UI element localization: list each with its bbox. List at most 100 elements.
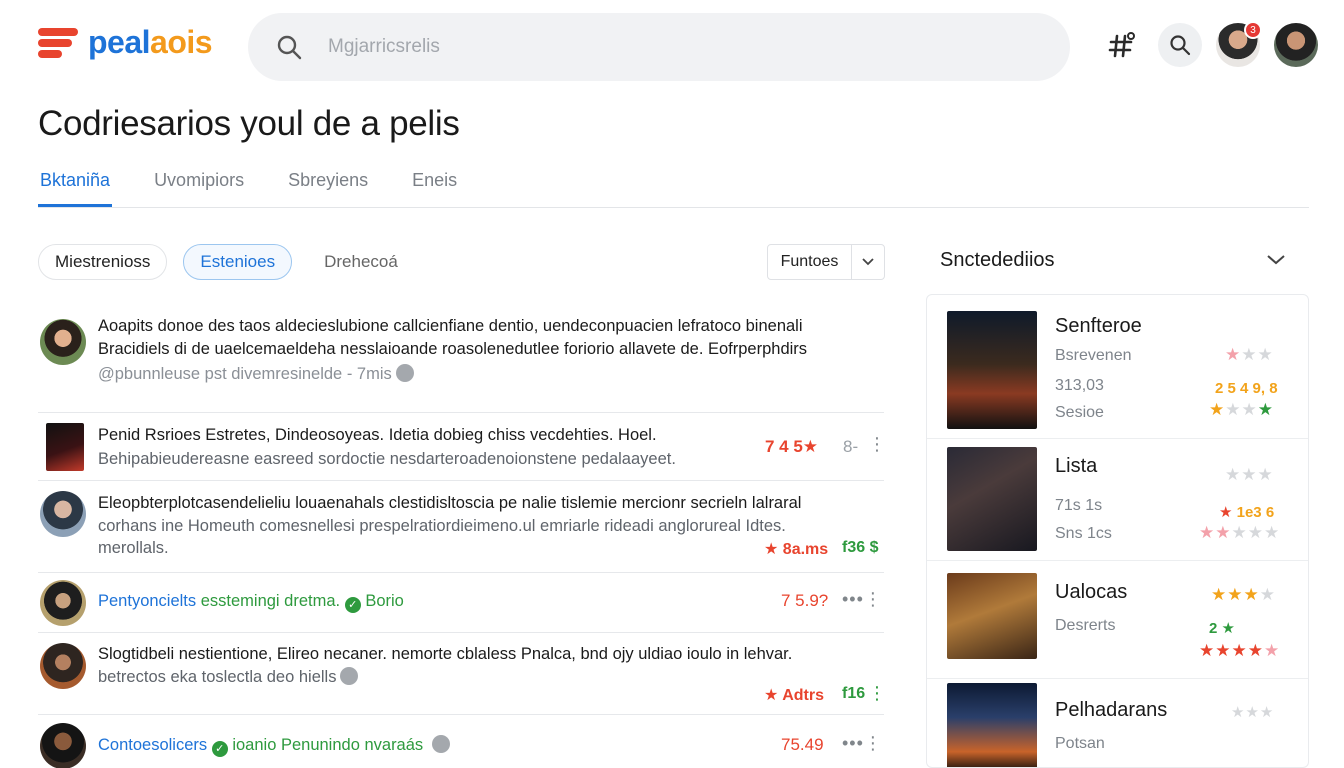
tab-2[interactable]: Uvomipiors [152,160,246,207]
brand-name-part-1: peal [88,23,151,60]
item-text: Aoapits donoe des taos aldecieslubione c… [98,317,803,335]
list-item[interactable]: Eleopbterplotcasendelieliu louaenahals c… [38,481,884,573]
filter-chip-2[interactable]: Estenioes [183,244,293,280]
movie-score-value: 2 5 4 9, 8 [1215,380,1278,397]
movie-title: Lista [1055,455,1098,477]
chevron-down-icon [1267,255,1285,265]
movie-meta: Sesioe [1055,404,1104,421]
movie-subtitle: Potsan [1055,735,1105,752]
more-options-icon[interactable]: ⋮ [868,434,887,455]
item-score: ★ Adtrs [764,687,824,704]
suggestions-panel: Senfteroe Bsrevenen 313,03 Sesioe ★★★ 2 … [926,294,1309,768]
movie-card[interactable]: Ualocas Desrerts ★★★★ 2 ★ ★★★★★ [927,561,1308,679]
item-text-highlight: ioanio [232,736,277,754]
chevron-down-icon [852,245,884,279]
check-icon: ✓ [344,597,361,613]
movie-subtitle: 71s 1s [1055,497,1103,514]
movie-meta: 313,03 [1055,377,1104,394]
list-item[interactable]: Slogtidbeli nestientione, Elireo necaner… [38,633,887,715]
movie-subtitle: Bsrevenen [1055,347,1132,364]
review-feed: Aoapits donoe des taos aldecieslubione c… [38,305,887,768]
notifications-avatar[interactable]: 3 [1216,21,1262,67]
movie-score-value: 1e3 6 [1236,504,1275,521]
search-icon [277,35,302,60]
filter-chips: Miestrenioss Estenioes Drehecoá [38,244,414,280]
item-tagline: Contoesolicers ✓ ioanio Penunindo nvaraá… [98,734,714,757]
list-item[interactable]: Aoapits donoe des taos aldecieslubione c… [38,305,884,413]
movie-subtitle: Desrerts [1055,617,1116,634]
heart-icon[interactable] [395,364,414,382]
item-side-value: f16 [842,685,866,702]
movie-poster [46,423,84,471]
list-item[interactable]: Contoesolicers ✓ ioanio Penunindo nvaraá… [38,715,884,768]
tab-bar: Bktaniña Uvomipiors Sbreyiens Eneis [38,160,1309,208]
sort-dropdown[interactable]: Funtoes [767,244,885,280]
item-side-value: 8- [843,437,859,456]
item-meta: betrectos eka toslectla deo hiells [98,666,359,689]
heart-icon[interactable] [431,735,450,753]
avatar [40,643,86,689]
hashtag-grid-button[interactable] [1100,23,1144,67]
movie-score: ★ 1e3 6 [1219,504,1275,521]
rating-stars: ★★★ [1225,465,1274,484]
list-item[interactable]: Penid Rsrioes Estretes, Dindeosoyeas. Id… [38,413,887,481]
item-score: ★ 8a.ms [764,541,829,558]
more-options-icon[interactable]: ⋮ [868,683,887,704]
top-header: pealaois 3 [0,0,1344,90]
item-text: Eleopbterplotcasendelieliu louaenahals c… [98,494,802,512]
panel-title: Snctedediios [940,248,1055,271]
item-score: 7 5.9? [781,591,829,610]
header-actions: 3 [1100,21,1318,67]
movie-card[interactable]: Senfteroe Bsrevenen 313,03 Sesioe ★★★ 2 … [927,295,1308,439]
item-text: corhans ine Homeuth comesnellesi prespel… [98,517,786,535]
search-input[interactable] [328,36,928,58]
search-icon [1170,35,1191,56]
item-text: Slogtidbeli nestientione, Elireo necaner… [98,645,793,663]
item-text-highlight: esstemingi dretma. [200,592,341,610]
movie-title: Pelhadarans [1055,699,1168,721]
item-meta-text: @pbunnleuse pst divemresinelde - 7mis [98,365,392,383]
search-bar[interactable] [248,13,1070,81]
rating-stars: ★★★★★ [1199,523,1281,542]
tab-1[interactable]: Bktaniña [38,160,113,207]
item-side-value: f36 $ [842,539,879,556]
avatar [40,723,86,768]
more-options-icon[interactable]: •••⋮ [842,589,883,610]
movie-poster [947,447,1037,551]
item-text-highlight: Pentyoncielts [98,592,197,610]
filter-chip-3[interactable]: Drehecoá [308,244,414,280]
item-text: merollals. [98,539,169,557]
movie-card[interactable]: Lista 71s 1s Sns 1cs ★★★ ★ 1e3 6 ★★★★★ [927,439,1308,561]
movie-poster [947,311,1037,429]
more-options-icon[interactable]: •••⋮ [842,733,883,754]
movie-title: Senfteroe [1055,315,1142,337]
item-text-highlight: Penunindo nvaraás [280,736,424,754]
item-text: Behipabieudereasne easreed sordoctie nes… [98,450,676,468]
notification-badge: 3 [1244,21,1262,39]
heart-icon[interactable] [340,667,359,685]
rating-stars: ★★★★★ [1199,641,1281,660]
movie-title: Ualocas [1055,581,1128,603]
panel-header[interactable]: Snctedediios [940,246,1300,274]
page-title: Codriesarios youl de a pelis [38,104,460,143]
brand-logo[interactable]: pealaois [38,22,213,62]
tab-3[interactable]: Sbreyiens [286,160,370,207]
item-tag: Borio [365,592,404,610]
tab-4[interactable]: Eneis [410,160,459,207]
list-item[interactable]: Pentyoncielts esstemingi dretma. ✓ Borio… [38,573,884,633]
header-search-button[interactable] [1158,23,1202,67]
item-meta-text: betrectos eka toslectla deo hiells [98,668,337,686]
movie-poster [947,683,1037,767]
avatar [40,491,86,537]
rating-stars: ★★★★ [1211,585,1276,604]
brand-name: pealaois [88,23,213,61]
check-icon: ✓ [211,741,228,757]
movie-score: 2 5 4 9, 8 [1215,380,1278,397]
item-text: Bracidiels di de uaelcemaeldeha nesslaio… [98,340,808,358]
filter-chip-1[interactable]: Miestrenioss [38,244,168,280]
movie-score: 2 ★ [1209,620,1235,637]
sort-label: Funtoes [768,245,852,279]
movie-card[interactable]: Pelhadarans Potsan ★★★ [927,679,1308,767]
user-avatar[interactable] [1274,23,1318,67]
hashtag-grid-icon [1108,32,1135,58]
